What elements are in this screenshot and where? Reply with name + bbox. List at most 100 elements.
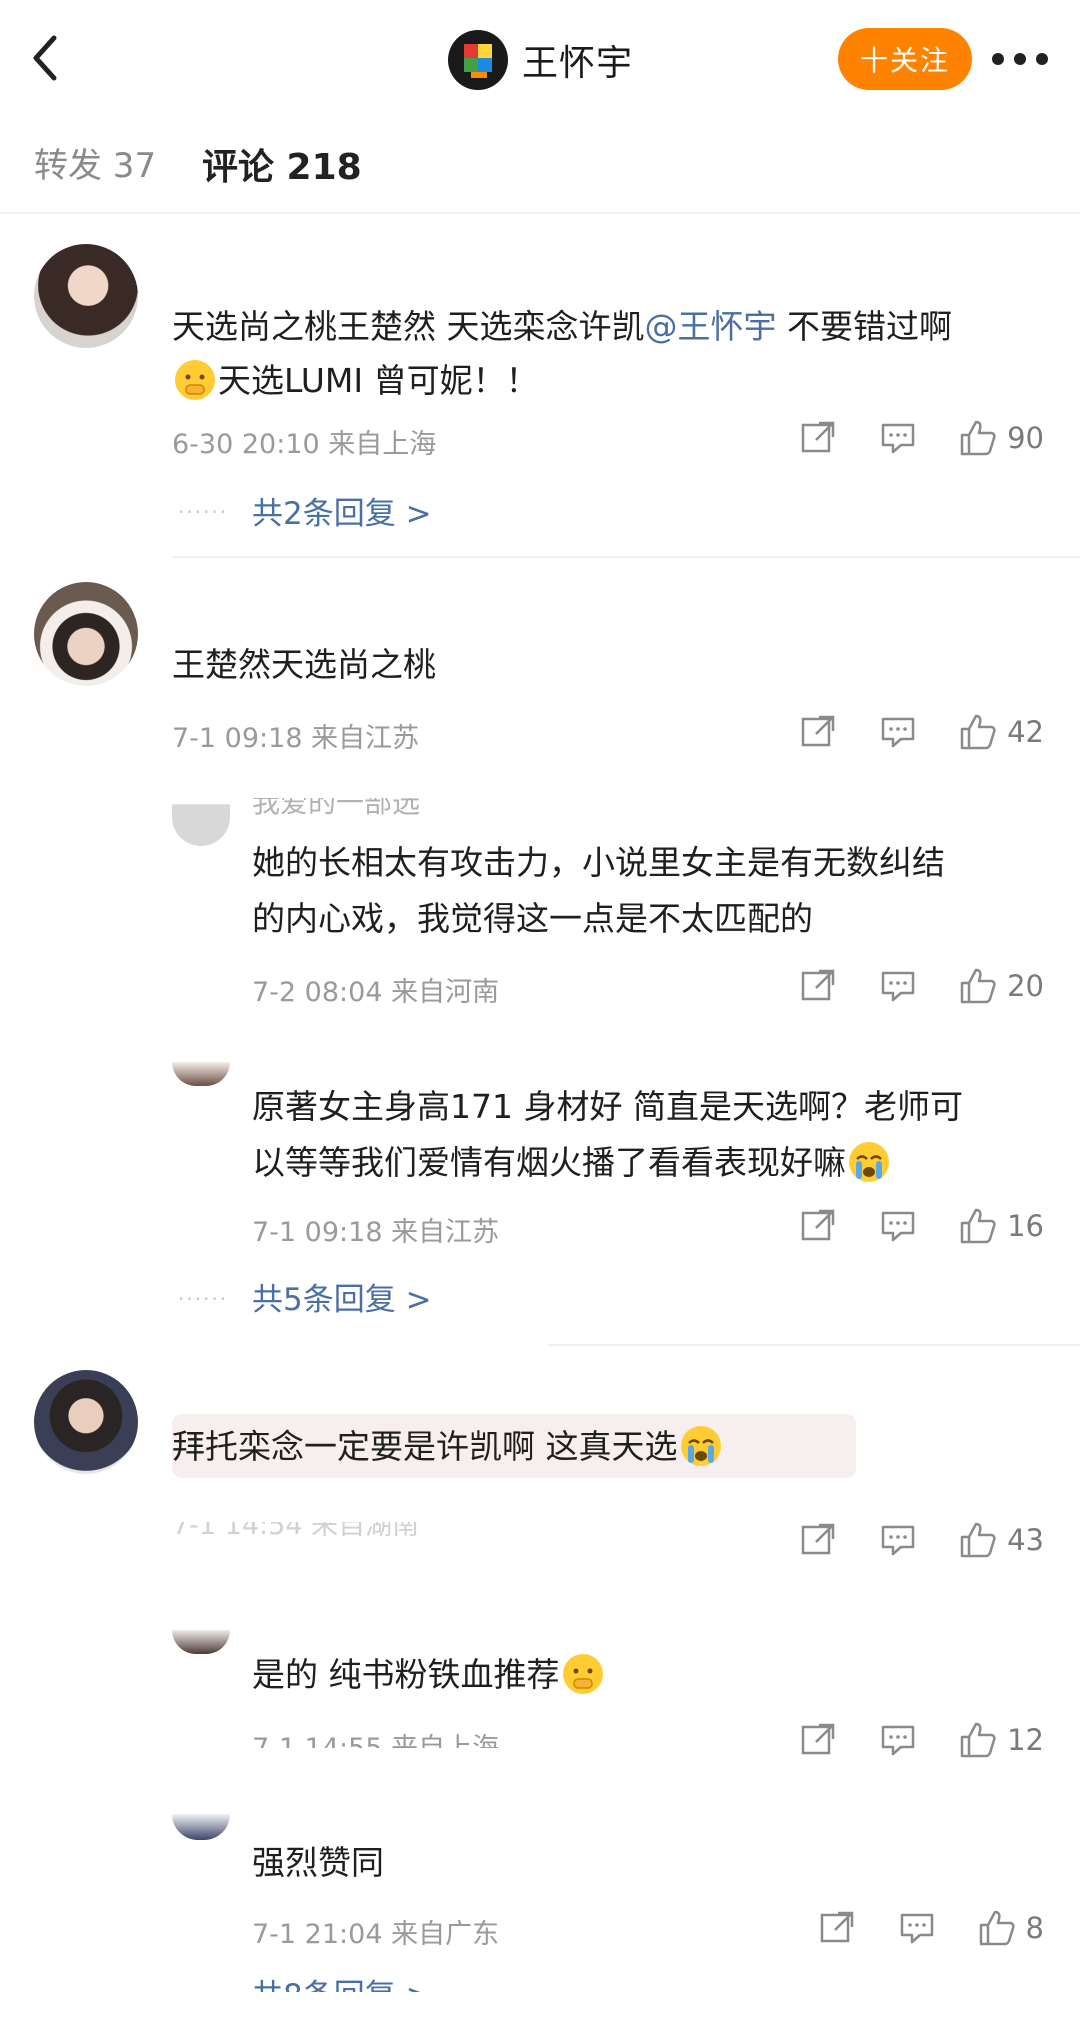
- reply-text: 强烈赞同: [252, 1843, 384, 1882]
- comment-meta: 6-30 20:10 来自上海: [172, 429, 437, 460]
- comment-meta-partial: 7-1 14:54 来自湖南: [172, 1522, 420, 1538]
- share-icon: [801, 969, 835, 1001]
- view-replies-link[interactable]: 共2条回复 >: [252, 488, 432, 533]
- reply-actions: 12: [757, 1716, 1044, 1764]
- share-button[interactable]: [799, 967, 837, 1005]
- comment-actions: 42: [757, 708, 1044, 756]
- crying-face-emoji: [849, 1141, 889, 1182]
- tab-bar: 转发 37 评论 218: [0, 118, 1080, 214]
- mention-link[interactable]: @王怀宇: [645, 307, 777, 346]
- share-icon: [801, 421, 835, 453]
- comment-text: 王楚然天选尚之桃: [172, 645, 436, 684]
- reply-text: 她的长相太有攻击力，小说里女主是有无数纠结: [252, 843, 945, 882]
- share-button[interactable]: [799, 1207, 837, 1245]
- divider: [172, 556, 1080, 558]
- share-button[interactable]: [799, 1721, 837, 1759]
- like-button[interactable]: 8: [978, 1909, 1044, 1947]
- reply-username-partial: 我爱的一部选: [252, 798, 421, 818]
- comment-icon: [881, 717, 915, 748]
- reply-text-line2: 以等等我们爱情有烟火播了看看表现好嘛: [252, 1132, 892, 1194]
- reply-actions: 16: [757, 1202, 1044, 1250]
- like-icon: [960, 1722, 996, 1758]
- comment-button[interactable]: [879, 1521, 917, 1559]
- comment-text: 拜托栾念一定要是许凯啊 这真天选: [172, 1416, 724, 1478]
- like-button[interactable]: 20: [959, 967, 1044, 1005]
- reply-text: 是的 纯书粉铁血推荐: [252, 1644, 606, 1706]
- like-count: 20: [1007, 969, 1044, 1003]
- like-button[interactable]: 42: [959, 713, 1044, 751]
- tab-repost[interactable]: 转发 37: [34, 138, 156, 187]
- comment-icon: [900, 1913, 933, 1944]
- back-arrow-icon[interactable]: [26, 28, 66, 88]
- reply-text: 原著女主身高171 身材好 简直是天选啊？老师可: [252, 1087, 963, 1126]
- comment-icon: [881, 1725, 915, 1756]
- more-icon[interactable]: [992, 50, 1052, 68]
- reply-actions: 20: [757, 962, 1044, 1010]
- like-button[interactable]: 16: [959, 1207, 1044, 1245]
- comment-icon: [881, 1525, 915, 1556]
- comment-icon: [881, 971, 915, 1002]
- reply-avatar[interactable]: [172, 1630, 230, 1654]
- reply-dots: ······: [178, 1287, 229, 1311]
- comment-button[interactable]: [879, 967, 917, 1005]
- comment-button[interactable]: [879, 713, 917, 751]
- reply-avatar[interactable]: [172, 1062, 230, 1086]
- share-icon: [801, 1209, 835, 1241]
- like-icon: [960, 420, 996, 456]
- comment-icon: [881, 1211, 915, 1242]
- like-icon: [960, 1208, 996, 1244]
- comment-actions: 43: [757, 1516, 1044, 1564]
- like-icon: [960, 968, 996, 1004]
- comment-icon: [881, 423, 915, 454]
- avatar[interactable]: [34, 582, 138, 686]
- reply-meta: 7-1 21:04 来自广东: [252, 1919, 500, 1950]
- share-icon: [801, 1723, 835, 1755]
- follow-button[interactable]: 十关注: [838, 28, 972, 90]
- like-count: 42: [1007, 715, 1044, 749]
- comment-button[interactable]: [898, 1909, 936, 1947]
- comment-meta: 7-1 09:18 来自江苏: [172, 723, 420, 754]
- avatar[interactable]: [34, 244, 138, 348]
- reply-meta: 7-1 14:55 来自上海: [252, 1726, 499, 1748]
- reply-actions: 8: [776, 1904, 1044, 1952]
- divider: [548, 1344, 1080, 1346]
- like-button[interactable]: 12: [959, 1721, 1044, 1759]
- tab-comment[interactable]: 评论 218: [202, 138, 362, 190]
- comment-text: 天选尚之桃王楚然 天选栾念许凯@王怀宇 不要错过啊: [172, 307, 952, 346]
- like-count: 90: [1007, 421, 1044, 455]
- reply-avatar[interactable]: [172, 1814, 230, 1840]
- share-icon: [801, 715, 835, 747]
- share-icon: [801, 1523, 835, 1555]
- comment-button[interactable]: [879, 1207, 917, 1245]
- share-icon: [820, 1911, 853, 1943]
- shy-face-emoji: [175, 359, 215, 400]
- top-bar: 王怀宇 十关注: [0, 0, 1080, 118]
- share-button[interactable]: [799, 419, 837, 457]
- like-count: 43: [1007, 1523, 1044, 1557]
- share-button[interactable]: [799, 1521, 837, 1559]
- shy-face-emoji: [562, 1653, 603, 1694]
- like-count: 8: [1025, 1911, 1044, 1945]
- reply-text-line2: 的内心戏，我觉得这一点是不太匹配的: [252, 899, 813, 938]
- share-button[interactable]: [818, 1909, 856, 1947]
- comment-button[interactable]: [879, 1721, 917, 1759]
- comment-button[interactable]: [879, 419, 917, 457]
- profile-name[interactable]: 王怀宇: [522, 34, 633, 86]
- profile-avatar[interactable]: [448, 30, 508, 90]
- reply-dots: ······: [178, 500, 229, 524]
- like-button[interactable]: 43: [959, 1521, 1044, 1559]
- like-icon: [960, 1522, 996, 1558]
- bottom-edge: [0, 1992, 1080, 2017]
- avatar[interactable]: [34, 1370, 138, 1474]
- like-count: 16: [1007, 1209, 1044, 1243]
- like-icon: [979, 1910, 1015, 1946]
- like-icon: [960, 714, 996, 750]
- reply-avatar[interactable]: [172, 786, 230, 846]
- share-button[interactable]: [799, 713, 837, 751]
- like-button[interactable]: 90: [959, 419, 1044, 457]
- reply-meta: 7-1 09:18 来自江苏: [252, 1217, 500, 1248]
- crying-face-emoji: [680, 1425, 721, 1466]
- comment-actions: 90: [757, 414, 1044, 462]
- profile-header[interactable]: 王怀宇: [448, 28, 633, 92]
- view-replies-link[interactable]: 共5条回复 >: [252, 1274, 432, 1319]
